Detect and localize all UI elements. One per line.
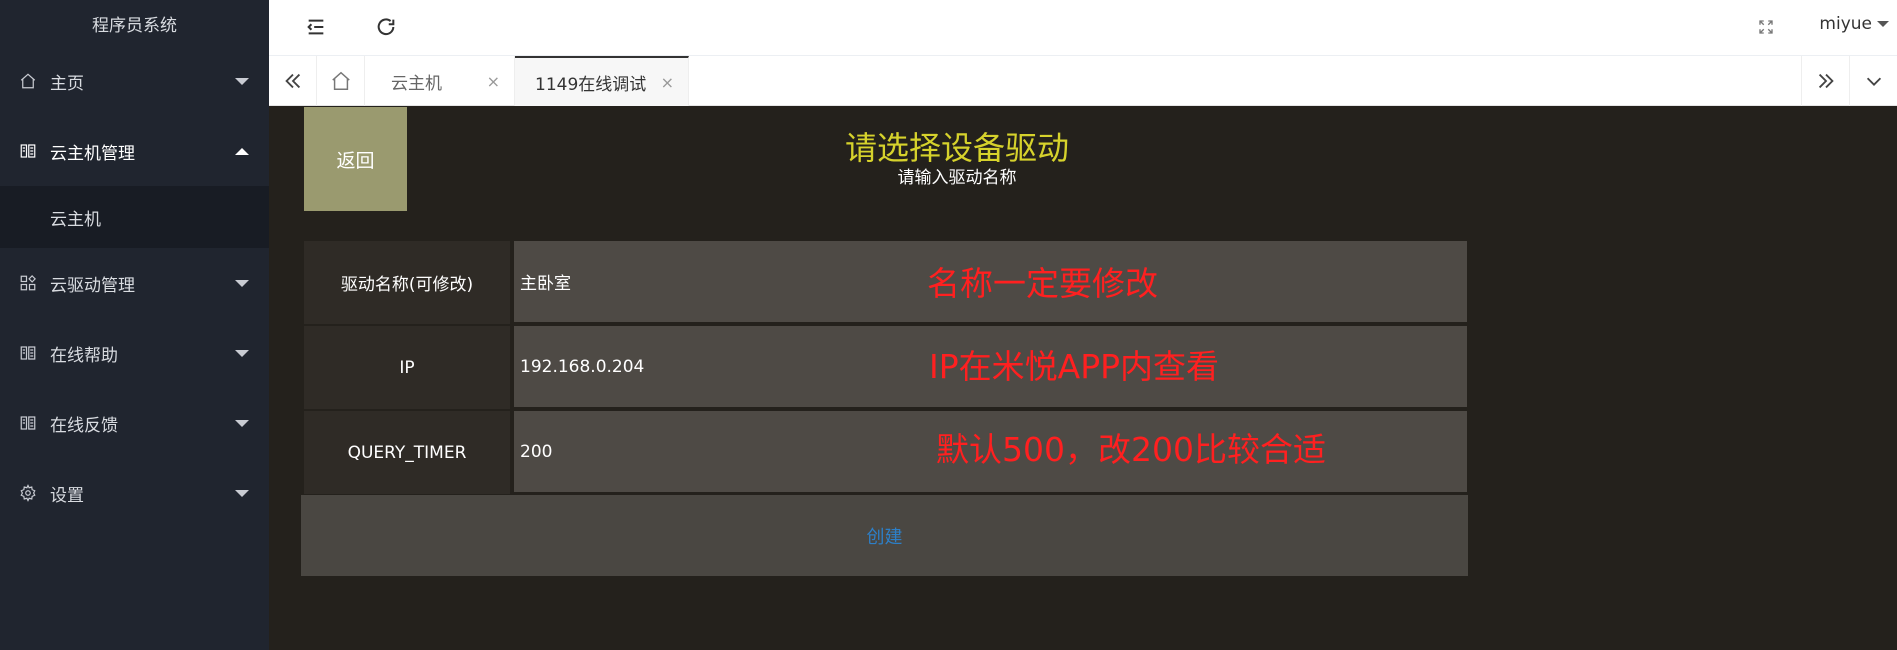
sidebar-item-cloud-driver-management[interactable]: 云驱动管理 [0,248,269,318]
chevron-down-icon [235,420,249,427]
sidebar-item-online-help[interactable]: 在线帮助 [0,318,269,388]
sidebar-item-label: 云主机管理 [50,143,135,164]
tabs-scroll-right-button[interactable] [1801,56,1849,106]
cloud-host-icon [18,141,38,161]
brand-title: 程序员系统 [92,15,177,36]
fullscreen-button[interactable] [1751,12,1781,42]
form-row-driver-name: 驱动名称(可修改) 主卧室 名称一定要修改 [304,241,1467,324]
sidebar: 程序员系统 主页 云主机管理 云主机 云驱动管理 在线帮助 在线反馈 设置 [0,0,269,650]
tab-label: 1149在线调试 [535,74,647,95]
chevron-down-icon [1877,21,1889,27]
chevron-up-icon [235,148,249,155]
sidebar-item-label: 在线帮助 [50,345,118,366]
gear-icon [18,483,38,503]
tab-bar: 云主机 × 1149在线调试 × [269,56,1897,106]
sidebar-item-home[interactable]: 主页 [0,46,269,116]
form-row-query-timer: QUERY_TIMER 200 默认500，改200比较合适 [304,411,1467,494]
tab-cloud-host[interactable]: 云主机 × [365,56,515,106]
tab-home[interactable] [317,56,365,106]
tab-1149-online-debug[interactable]: 1149在线调试 × [515,56,689,106]
top-header: miyue [269,0,1897,56]
sidebar-subitem-cloud-host[interactable]: 云主机 [0,186,269,248]
sidebar-item-label: 主页 [50,73,84,94]
sidebar-item-online-feedback[interactable]: 在线反馈 [0,388,269,458]
sidebar-item-label: 云驱动管理 [50,275,135,296]
collapse-sidebar-button[interactable] [301,12,331,42]
user-menu[interactable]: miyue [1819,14,1889,34]
chevron-down-icon [235,490,249,497]
refresh-button[interactable] [371,12,401,42]
sidebar-item-settings[interactable]: 设置 [0,458,269,528]
tabs-dropdown-button[interactable] [1849,56,1897,106]
fullscreen-icon [1759,20,1773,34]
page-subtitle: 请输入驱动名称 [897,168,1017,188]
chevron-down-icon [235,78,249,85]
sidebar-item-label: 在线反馈 [50,415,118,436]
home-icon [18,71,38,91]
username: miyue [1819,14,1872,34]
form-row-ip: IP 192.168.0.204 IP在米悦APP内查看 [304,326,1467,409]
chevron-down-icon [235,280,249,287]
sidebar-item-label: 设置 [50,485,84,506]
field-label: 驱动名称(可修改) [304,241,510,324]
close-icon[interactable]: × [487,72,500,91]
menu-fold-icon [307,19,324,35]
chevron-down-icon [1866,77,1881,86]
double-chevron-left-icon [284,73,300,89]
annotation-note: 名称一定要修改 [927,264,1158,303]
double-chevron-right-icon [1818,73,1834,89]
create-button[interactable]: 创建 [301,495,1468,576]
home-icon [331,71,350,90]
help-icon [18,343,38,363]
tabs-scroll-left-button[interactable] [269,56,317,106]
annotation-note: IP在米悦APP内查看 [929,347,1220,386]
annotation-note: 默认500，改200比较合适 [936,430,1326,469]
field-label: QUERY_TIMER [304,411,510,494]
main-content: 返回 请选择设备驱动 请输入驱动名称 驱动名称(可修改) 主卧室 名称一定要修改… [269,107,1897,650]
apps-icon [18,273,38,293]
back-button[interactable]: 返回 [304,107,407,211]
refresh-icon [377,18,395,36]
chevron-down-icon [235,350,249,357]
close-icon[interactable]: × [661,73,674,92]
tab-label: 云主机 [391,73,442,94]
field-label: IP [304,326,510,409]
sidebar-item-cloud-host-management[interactable]: 云主机管理 [0,116,269,186]
feedback-icon [18,413,38,433]
